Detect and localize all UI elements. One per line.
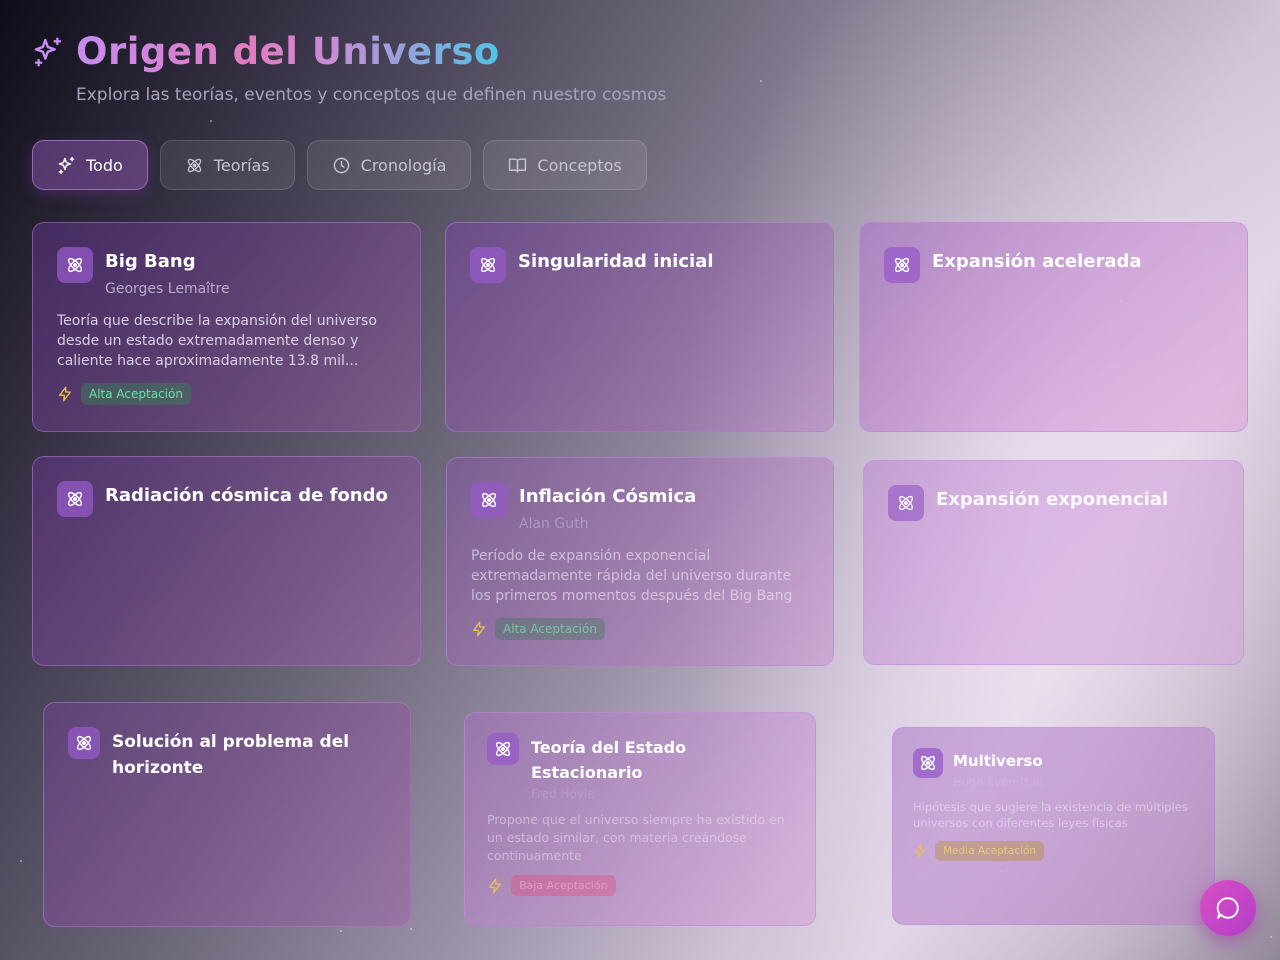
lightning-icon [473,621,485,637]
atom-icon [495,741,511,757]
card-description: Teoría que describe la expansión del uni… [57,313,377,369]
card-description: Hipótesis que sugiere la existencia de m… [913,800,1188,830]
card-author: Hugh Everett III [953,775,1043,789]
chat-button[interactable] [1200,880,1256,936]
lightning-icon [59,386,71,402]
card-expansion-exponencial[interactable]: Expansión exponencial [863,460,1244,665]
atom-icon [67,491,83,507]
lightning-icon [489,878,501,893]
atom-icon [894,257,910,273]
book-icon [509,157,527,173]
tab-label: Teorías [213,155,270,175]
card-icon [57,247,93,283]
atom-icon [76,735,92,751]
chat-icon [1216,897,1239,919]
card-description: Propone que el universo siempre ha exist… [487,812,785,863]
atom-icon [187,158,201,172]
tab-todo[interactable]: Todo [32,140,148,190]
acceptance-badge: Baja Aceptación [511,875,616,896]
atom-icon [898,495,914,511]
card-icon [888,485,924,521]
card-big-bang[interactable]: Big Bang Georges Lemaître Teoría que des… [32,222,421,432]
card-radiacion-cosmica[interactable]: Radiación cósmica de fondo [32,456,421,666]
tab-conceptos[interactable]: Conceptos [483,140,647,190]
acceptance-badge: Alta Aceptación [81,383,191,405]
card-title: Radiación cósmica de fondo [105,485,388,506]
card-icon [57,481,93,517]
page-header: Origen del Universo Explora las teorías,… [32,30,666,105]
card-description: Período de expansión exponencial extrema… [471,548,793,604]
clock-icon [333,157,349,173]
card-icon [68,727,100,759]
page-subtitle: Explora las teorías, eventos y conceptos… [76,85,667,105]
card-singularidad-inicial[interactable]: Singularidad inicial [445,222,834,432]
sparkles-icon [34,36,62,67]
card-title: Multiverso [953,752,1043,770]
card-title: Solución al problema del horizonte [112,732,350,778]
card-expansion-acelerada[interactable]: Expansión acelerada [859,222,1248,432]
card-icon [913,748,943,778]
filter-tabs: Todo Teorías Cronología Conceptos [32,140,647,190]
card-inflacion-cosmica[interactable]: Inflación Cósmica Alan Guth Período de e… [446,457,834,666]
card-icon [487,733,519,765]
card-title: Expansión exponencial [936,489,1169,510]
acceptance-badge: Alta Aceptación [495,618,605,640]
tab-label: Conceptos [537,155,622,175]
atom-icon [67,257,83,273]
tab-label: Todo [86,155,123,175]
page-title: Origen del Universo [76,30,500,73]
tab-cronologia[interactable]: Cronología [306,140,472,190]
atom-icon [481,492,497,508]
card-title: Teoría del Estado Estacionario [531,738,687,782]
card-icon [884,247,920,283]
card-problema-horizonte[interactable]: Solución al problema del horizonte [43,702,411,927]
card-icon [471,482,507,518]
card-icon [470,247,506,283]
acceptance-badge: Media Aceptación [935,841,1045,861]
sparkles-icon [58,156,75,174]
card-title: Inflación Cósmica [519,486,697,507]
card-title: Singularidad inicial [518,251,714,272]
atom-icon [480,257,496,273]
tab-teorias[interactable]: Teorías [159,140,295,190]
card-author: Fred Hoyle [531,787,595,801]
card-multiverso[interactable]: Multiverso Hugh Everett III Hipótesis qu… [892,727,1215,925]
atom-icon [920,755,936,771]
card-author: Alan Guth [519,516,589,532]
card-title: Expansión acelerada [932,251,1142,272]
card-title: Big Bang [105,251,196,272]
tab-label: Cronología [360,155,447,175]
card-estado-estacionario[interactable]: Teoría del Estado Estacionario Fred Hoyl… [464,712,816,926]
lightning-icon [914,844,926,858]
card-author: Georges Lemaître [105,281,230,297]
